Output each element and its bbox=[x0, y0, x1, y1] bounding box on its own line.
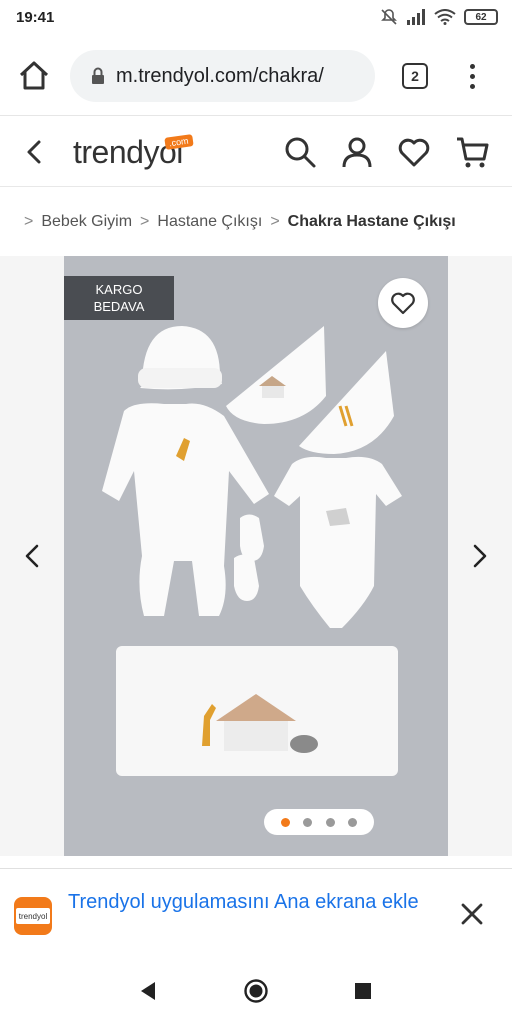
nav-home-icon[interactable] bbox=[243, 978, 269, 1004]
breadcrumb-current: Chakra Hastane Çıkışı bbox=[287, 213, 456, 230]
tab-switcher-button[interactable]: 2 bbox=[402, 63, 428, 89]
product-image[interactable]: KARGO BEDAVA bbox=[64, 256, 448, 856]
chevron-left-icon[interactable] bbox=[20, 541, 44, 571]
nav-back-icon[interactable] bbox=[136, 978, 162, 1004]
mute-icon bbox=[381, 9, 397, 25]
back-arrow-icon[interactable] bbox=[20, 137, 50, 167]
status-icons: 62 bbox=[380, 8, 498, 26]
breadcrumb-separator: > bbox=[24, 213, 34, 230]
battery-indicator: 62 bbox=[464, 9, 498, 25]
nav-recents-icon[interactable] bbox=[350, 978, 376, 1004]
gallery-dot-3[interactable] bbox=[325, 817, 335, 827]
app-icon-label: trendyol bbox=[16, 908, 50, 924]
search-icon[interactable] bbox=[283, 135, 317, 169]
status-time: 19:41 bbox=[16, 9, 55, 26]
baby-clothing-set-illustration bbox=[64, 256, 448, 856]
url-text: m.trendyol.com/chakra/ bbox=[116, 64, 324, 87]
breadcrumb: > Bebek Giyim > Hastane Çıkışı > Chakra … bbox=[16, 200, 506, 244]
url-bar[interactable]: m.trendyol.com/chakra/ bbox=[70, 50, 375, 102]
chevron-right-icon[interactable] bbox=[468, 541, 492, 571]
close-icon[interactable] bbox=[458, 900, 486, 928]
add-to-favorites-button[interactable] bbox=[378, 278, 428, 328]
trendyol-app-icon: trendyol bbox=[14, 897, 52, 935]
cart-icon[interactable] bbox=[455, 135, 489, 169]
user-icon[interactable] bbox=[340, 135, 374, 169]
gallery-dot-1[interactable] bbox=[280, 817, 290, 827]
breadcrumb-item-bebek-giyim[interactable]: Bebek Giyim bbox=[41, 213, 132, 231]
product-gallery: KARGO BEDAVA bbox=[0, 256, 512, 856]
wifi-icon bbox=[434, 9, 456, 25]
heart-icon bbox=[391, 292, 415, 315]
trendyol-logo[interactable]: trendyol .com bbox=[73, 131, 194, 173]
breadcrumb-separator: > bbox=[140, 213, 150, 230]
breadcrumb-item-hastane-cikisi[interactable]: Hastane Çıkışı bbox=[157, 213, 262, 231]
home-icon[interactable] bbox=[16, 58, 52, 94]
badge-line-2: BEDAVA bbox=[93, 299, 145, 314]
gallery-pagination bbox=[264, 809, 374, 835]
status-bar: 19:41 62 bbox=[0, 0, 512, 36]
signal-icon bbox=[407, 9, 425, 25]
browser-toolbar: m.trendyol.com/chakra/ 2 bbox=[0, 36, 512, 116]
add-to-homescreen-banner[interactable]: trendyol Trendyol uygulamasını Ana ekran… bbox=[0, 868, 512, 956]
add-to-homescreen-text[interactable]: Trendyol uygulamasını Ana ekrana ekle bbox=[68, 889, 438, 915]
gallery-dot-2[interactable] bbox=[303, 817, 313, 827]
gallery-dot-4[interactable] bbox=[348, 817, 358, 827]
free-shipping-badge: KARGO BEDAVA bbox=[64, 276, 174, 320]
more-menu-icon[interactable] bbox=[462, 58, 482, 94]
favorites-heart-icon[interactable] bbox=[397, 135, 431, 169]
logo-suffix: .com bbox=[164, 134, 194, 150]
site-header: trendyol .com bbox=[0, 117, 512, 187]
system-nav-bar bbox=[0, 958, 512, 1024]
badge-line-1: KARGO bbox=[95, 282, 143, 297]
breadcrumb-separator: > bbox=[270, 213, 280, 230]
lock-icon bbox=[92, 67, 104, 84]
